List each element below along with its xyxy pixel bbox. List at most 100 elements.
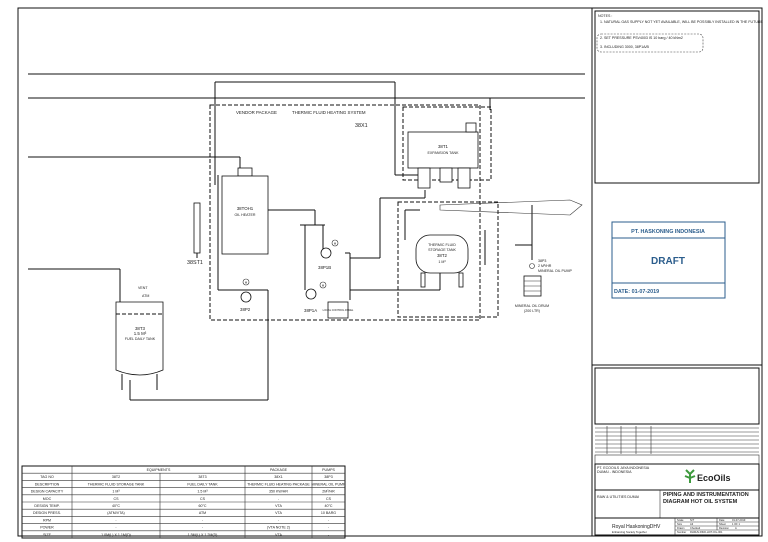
motor-icon: M: [322, 284, 325, 288]
table-cell: 1.5 M³: [197, 490, 208, 494]
ecooils-logo: EcoOils: [697, 473, 731, 483]
field-size-label: Size: [677, 522, 683, 526]
table-group-header: EQUIPMENTS: [147, 468, 171, 472]
field-scale-label: Scale: [677, 518, 684, 522]
vendor-package-label: VENDOR PACKAGE: [236, 110, 277, 115]
pump-38p2: M 38P2: [240, 278, 252, 312]
project-name: RAW & UTILITIES DUMAI: [597, 495, 639, 499]
consultant-tagline: Enhancing Society Together: [612, 530, 647, 534]
field-drawn-value: Checked: [690, 526, 701, 530]
draft-stamp: PT. HASKONING INDONESIA DRAFT DATE: 01-0…: [611, 221, 726, 299]
pump-38p1b: M 38P1B: [318, 239, 339, 270]
field-date-value: 01-07-2019: [732, 518, 746, 522]
note-1: 1. NATURAL GAS SUPPLY NOT YET AVAILABLE,…: [600, 20, 764, 24]
table-cell: -: [202, 526, 204, 530]
heater-name: OIL HEATER: [235, 213, 256, 217]
pid-canvas: NOTES : 1. NATURAL GAS SUPPLY NOT YET AV…: [17, 7, 764, 539]
heater-tag: 38TOH1: [237, 206, 254, 211]
field-scale-value: N/T: [690, 518, 695, 522]
drum-cap: (200 LTR): [524, 309, 540, 313]
fuel-daily-tank-38t3: 38T3 1.5 M³ FUEL DAILY TANK VENT ATM: [115, 286, 164, 390]
table-cell: MINERAL OIL PUMP: [312, 482, 346, 486]
table-cell: VTA: [275, 511, 282, 515]
table-cell: -: [328, 518, 330, 522]
system-tag: 38X1: [355, 123, 368, 129]
storage-tag: 38T2: [437, 253, 448, 258]
expansion-name: EXPANSION TANK: [428, 151, 460, 155]
system-title: THERMIC FLUID HEATING SYSTEM: [292, 110, 366, 115]
expansion-tag: 38T1: [438, 144, 449, 149]
table-cell: 40°C: [112, 504, 120, 508]
table-row-label: POWER: [40, 526, 54, 530]
storage-name-1: THERMIC FLUID: [428, 243, 456, 247]
storage-name-2: STORAGE TANK: [428, 248, 456, 252]
expansion-tank-38t1: 38T1 EXPANSION TANK: [407, 122, 479, 189]
table-cell: FUEL DAILY TANK: [187, 482, 218, 486]
vent-label: VENT: [138, 286, 148, 290]
table-row-label: DESIGN TEMP.: [34, 504, 59, 508]
table-cell: VTA: [275, 504, 282, 508]
table-cell: 10 BARG: [321, 511, 336, 515]
field-revision-label: Revision: [719, 526, 730, 530]
equipment-table: EQUIPMENTS PACKAGE PUMPS TAG NO 38T2 38T3 38X1…: [21, 465, 346, 539]
table-cell: 2M³/HR: [322, 490, 335, 494]
note-3: 3. INCLUDING 3000, 38P1A/B: [600, 45, 650, 49]
field-drawn-label: Drawn: [677, 526, 685, 530]
drawing-title: PIPING AND INSTRUMENTATION DIAGRAM HOT O…: [663, 492, 749, 505]
field-number-label: Number: [677, 530, 686, 534]
table-row-label: TAG NO: [40, 475, 54, 479]
table-cell: THERMIC FLUID HEATING PACKAGE: [247, 482, 310, 486]
atm-label: ATM: [142, 294, 149, 298]
field-sheet-label: Sheet: [719, 522, 726, 526]
control-panel-label: LOCAL CONTROL PANEL: [323, 308, 354, 312]
table-row-label: RPM: [43, 518, 51, 522]
field-revision-value: A: [735, 526, 737, 530]
notes: NOTES : 1. NATURAL GAS SUPPLY NOT YET AV…: [596, 14, 764, 53]
motor-icon: M: [334, 242, 337, 246]
table-cell: THERMIC FLUID STORAGE TANK: [88, 482, 145, 486]
local-control-panel: LOCAL CONTROL PANEL: [323, 301, 354, 319]
table-row-label: DESIGN PRESS.: [33, 511, 61, 515]
table-cell: -: [202, 518, 204, 522]
table-row-label: MOC: [43, 497, 52, 501]
mineral-oil-pump-38p3: 38P3 2 M³/HR MINERAL OIL PUMP: [529, 259, 572, 273]
table-cell: CS: [114, 497, 120, 501]
pump-3-cap: 2 M³/HR: [538, 264, 552, 268]
pump-2-tag: 38P2: [240, 307, 251, 312]
field-size-value: A3: [690, 522, 694, 526]
drawing-frame: [17, 7, 763, 537]
table-cell: 60°C: [198, 504, 206, 508]
notes-title: NOTES :: [598, 14, 612, 18]
stack-38st1: 38ST1: [187, 202, 203, 266]
pid-drawing-sheet: NOTES : 1. NATURAL GAS SUPPLY NOT YET AV…: [0, 0, 768, 542]
note-2: 2. SET PRESSURE PSV4003 IS 10 barg / 40 …: [600, 36, 683, 40]
title-block: PT. ECOOILS JAYA INDONESIA DUMAI - INDON…: [592, 364, 762, 536]
oil-heater-38toh1: 38TOH1 OIL HEATER: [221, 167, 269, 255]
daily-name: FUEL DAILY TANK: [125, 337, 156, 341]
pump-1a-tag: 38P1A: [304, 308, 317, 313]
table-cell: -: [115, 526, 117, 530]
piping: [28, 73, 585, 401]
table-cell: -: [328, 526, 330, 530]
storage-cap: 1 M³: [438, 260, 446, 264]
drum-name: MINERAL OIL DRUM: [515, 304, 549, 308]
table-cell: 1 M³: [112, 490, 120, 494]
client-location: DUMAI - INDONESIA: [597, 470, 632, 474]
table-cell: CS: [200, 497, 206, 501]
table-cell: (VTA NOTE 2): [267, 526, 290, 530]
pump-3-tag: 38P3: [538, 259, 546, 263]
table-row-label: SIZE: [43, 533, 52, 537]
mineral-oil-drum: MINERAL OIL DRUM (200 LTR): [515, 275, 549, 313]
table-cell: -: [278, 497, 280, 501]
ecooils-leaf-icon: [684, 469, 696, 483]
field-sheet-value: 1 OF 1: [732, 522, 740, 526]
storage-tank-38t2: THERMIC FLUID STORAGE TANK 38T2 1 M³: [415, 234, 469, 288]
table-cell: 1.5M(L) X 1.2M(D): [188, 533, 218, 537]
table-cell: 38T3: [198, 475, 206, 479]
motor-icon: M: [245, 281, 248, 285]
table-cell: -: [115, 518, 117, 522]
stack-tag: 38ST1: [187, 260, 203, 266]
field-date-label: Date: [719, 518, 725, 522]
table-cell: 38P3: [324, 475, 332, 479]
pump-1b-tag: 38P1B: [318, 265, 331, 270]
